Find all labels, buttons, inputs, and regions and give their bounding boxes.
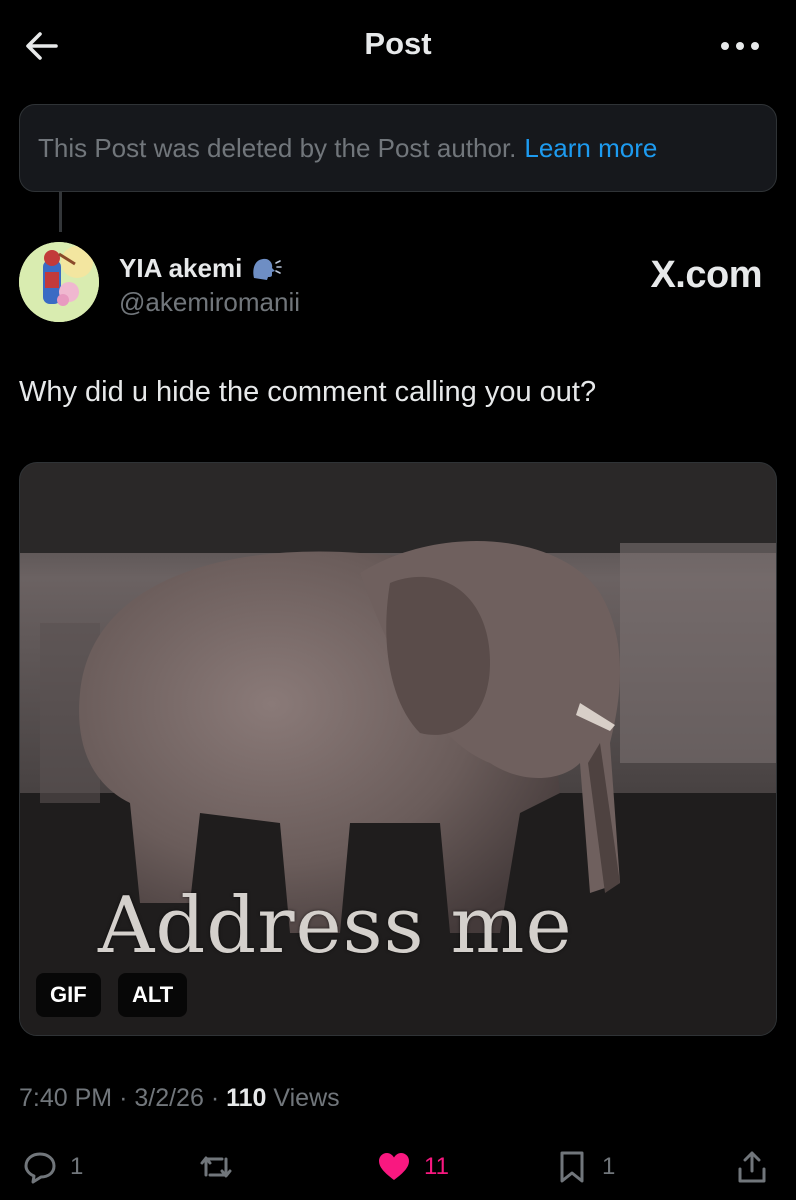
share-icon	[738, 1151, 766, 1183]
more-options-icon[interactable]	[720, 40, 760, 52]
top-bar: Post	[0, 0, 796, 90]
author-handle[interactable]: @akemiromanii	[119, 287, 300, 318]
speaking-head-icon	[253, 258, 283, 280]
gif-badge[interactable]: GIF	[36, 973, 101, 1017]
author-display-name[interactable]: YIA akemi	[119, 253, 242, 284]
repost-button[interactable]	[198, 1142, 246, 1192]
post-action-bar: 1 11 1	[0, 1142, 796, 1192]
x-watermark: X.com	[650, 254, 762, 296]
post-media-gif[interactable]: Address me GIF ALT	[19, 462, 777, 1036]
views-count: 110	[226, 1084, 267, 1112]
avatar-image	[19, 242, 99, 322]
thread-connector	[59, 192, 62, 232]
repost-icon	[200, 1156, 232, 1178]
page-title: Post	[364, 26, 432, 61]
alt-text-button[interactable]: ALT	[118, 973, 188, 1017]
post-time[interactable]: 7:40 PM	[19, 1084, 112, 1112]
gif-caption: Address me	[98, 881, 573, 971]
deleted-notice-text: This Post was deleted by the Post author…	[38, 132, 517, 163]
avatar[interactable]	[19, 242, 99, 322]
reply-button[interactable]: 1	[22, 1142, 83, 1192]
bookmark-count: 1	[602, 1153, 616, 1180]
like-button[interactable]: 11	[376, 1142, 449, 1192]
heart-filled-icon	[379, 1153, 409, 1180]
author-name-row: YIA akemi	[119, 253, 283, 284]
post-metadata: 7:40 PM · 3/2/26 · 110 Views	[19, 1084, 340, 1113]
deleted-post-notice: This Post was deleted by the Post author…	[19, 104, 777, 192]
bookmark-icon	[560, 1151, 584, 1183]
like-count: 11	[424, 1153, 449, 1180]
meta-separator: ·	[210, 1084, 220, 1112]
post-date[interactable]: 3/2/26	[134, 1084, 204, 1112]
post-text: Why did u hide the comment calling you o…	[19, 376, 597, 408]
reply-icon	[24, 1152, 56, 1184]
bookmark-button[interactable]: 1	[554, 1142, 615, 1192]
views-label: Views	[273, 1084, 340, 1112]
learn-more-link[interactable]: Learn more	[524, 133, 657, 164]
share-button[interactable]	[734, 1142, 770, 1192]
meta-separator: ·	[119, 1084, 128, 1112]
reply-count: 1	[70, 1153, 84, 1180]
